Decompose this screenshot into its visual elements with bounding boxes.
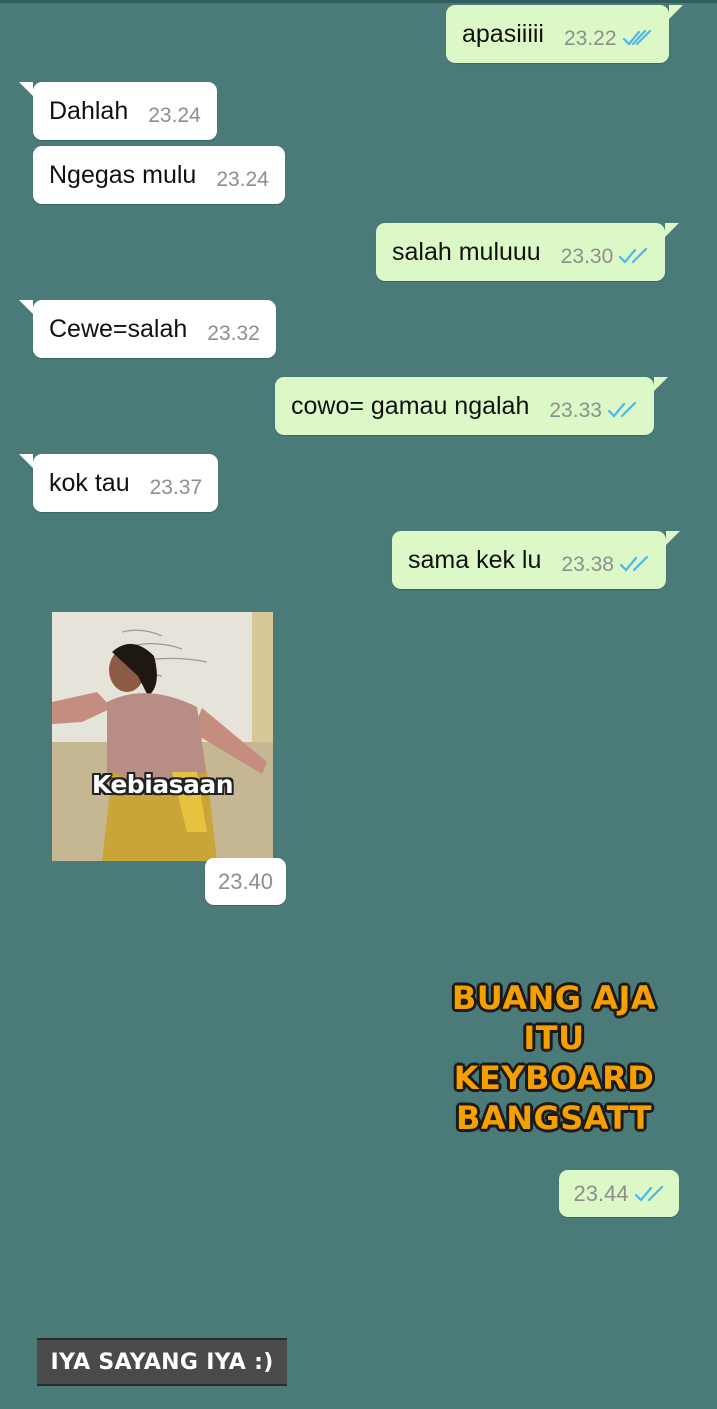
outgoing-message[interactable]: cowo= gamau ngalah 23.33 [275,377,668,435]
message-time: 23.24 [216,168,269,191]
incoming-message[interactable]: Ngegas mulu 23.24 [33,146,285,204]
sticker-line: ITU [523,1019,585,1057]
caption-banner-text: IYA SAYANG IYA :) [50,1349,274,1375]
message-text: Dahlah [49,96,129,125]
sticker-caption: Kebiasaan [91,770,234,799]
top-divider [0,0,717,3]
double-check-read-icon [634,1185,663,1202]
double-check-read-icon [619,556,649,572]
caption-banner: IYA SAYANG IYA :) [37,1338,287,1386]
double-check-read-icon [619,248,648,264]
sticker-line: BANGSATT [456,1099,652,1137]
message-text: apasiiiii [462,19,544,48]
message-time: 23.30 [560,245,614,268]
message-time: 23.22 [563,27,617,50]
message-time: 23.24 [148,104,201,127]
message-time: 23.33 [549,399,602,422]
message-text: cowo= gamau ngalah [291,391,530,420]
sticker-photo [52,612,273,861]
double-check-read-icon [622,30,651,46]
outgoing-text-sticker[interactable]: BUANG AJA ITU KEYBOARD BANGSATT [428,978,680,1138]
message-time: 23.37 [149,476,203,499]
incoming-message[interactable]: kok tau 23.37 [18,454,219,512]
message-text: salah muluuu [392,237,541,266]
message-text: Ngegas mulu [49,160,197,189]
sticker-time-text: 23.40 [217,868,274,894]
incoming-sticker[interactable]: Kebiasaan [52,612,273,861]
message-text: Cewe=salah [49,314,188,343]
message-time: 23.38 [561,553,614,576]
sticker-time: 23.40 [205,858,286,905]
outgoing-message[interactable]: sama kek lu 23.38 [392,531,680,589]
sticker-time-text: 23.44 [573,1180,629,1206]
sticker-line: BUANG AJA [451,979,657,1017]
message-text: kok tau [49,468,130,497]
outgoing-message[interactable]: apasiiiii 23.22 [446,5,683,63]
sticker-time: 23.44 [559,1170,679,1217]
outgoing-message[interactable]: salah muluuu 23.30 [376,223,680,281]
incoming-message[interactable]: Dahlah 23.24 [19,82,217,140]
message-text: sama kek lu [408,545,542,574]
message-time: 23.32 [207,322,260,345]
sticker-line: KEYBOARD [453,1059,655,1097]
incoming-message[interactable]: Cewe=salah 23.32 [19,300,276,358]
double-check-read-icon [607,402,637,418]
